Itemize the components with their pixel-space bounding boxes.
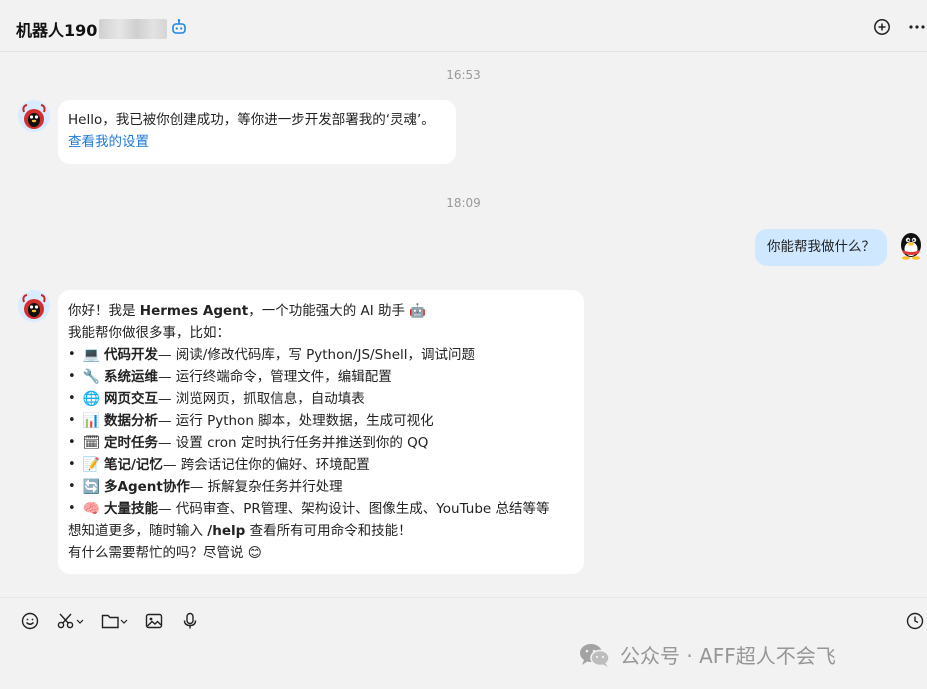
- capability-title: 代码开发: [104, 347, 158, 363]
- capability-item: • 🔧 系统运维 — 运行终端命令，管理文件，编辑配置: [68, 366, 574, 388]
- microphone-icon[interactable]: [181, 612, 199, 630]
- message-text: Hello，我已被你创建成功，等你进一步开发部署我的‘灵魂’。: [68, 112, 435, 128]
- bot-avatar-icon: [18, 290, 50, 322]
- capability-item: • 🌐 网页交互 — 浏览网页，抓取信息，自动填表: [68, 388, 574, 410]
- capability-item: • 💻 代码开发 — 阅读/修改代码库，写 Python/JS/Shell，调试问题: [68, 344, 574, 366]
- capability-item: • 📝 笔记/记忆 — 跨会话记住你的偏好、环境配置: [68, 454, 574, 476]
- wechat-icon: [580, 643, 610, 667]
- bullet: •: [68, 457, 76, 472]
- bullet: •: [68, 347, 76, 362]
- capability-desc: — 运行 Python 脚本，处理数据，生成可视化: [158, 413, 434, 429]
- emoji-icon[interactable]: [21, 612, 39, 630]
- chat-title: 机器人190: [16, 17, 168, 41]
- bullet: •: [68, 479, 76, 494]
- help-line: 想知道更多，随时输入 /help 查看所有可用命令和技能！: [68, 520, 574, 542]
- capability-item: • 📊 数据分析 — 运行 Python 脚本，处理数据，生成可视化: [68, 410, 574, 432]
- user-message-bubble: 你能帮我做什么？: [755, 229, 887, 266]
- bullet: •: [68, 413, 76, 428]
- capability-item: • 🔄 多Agent协作 — 拆解复杂任务并行处理: [68, 476, 574, 498]
- capability-title: 定时任务: [104, 435, 158, 451]
- capability-desc: — 代码审查、PR管理、架构设计、图像生成、YouTube 总结等等: [158, 501, 550, 517]
- closing-line: 有什么需要帮忙的吗？尽管说 😊: [68, 545, 262, 561]
- capability-desc: — 设置 cron 定时执行任务并推送到你的 QQ: [158, 435, 429, 451]
- capability-desc: — 运行终端命令，管理文件，编辑配置: [158, 369, 392, 385]
- capability-title: 笔记/记忆: [104, 457, 163, 473]
- capability-emoji: 🌐: [82, 391, 101, 407]
- capability-title: 大量技能: [104, 501, 158, 517]
- capability-desc: — 阅读/修改代码库，写 Python/JS/Shell，调试问题: [158, 347, 476, 363]
- intro-pre: 你好！我是: [68, 303, 140, 319]
- capability-item: • 🧠 大量技能 — 代码审查、PR管理、架构设计、图像生成、YouTube 总结等…: [68, 498, 574, 520]
- bullet: •: [68, 391, 76, 406]
- view-settings-link[interactable]: 查看我的设置: [68, 131, 446, 153]
- capability-emoji: 🔧: [82, 369, 101, 385]
- redacted-number: [99, 19, 168, 39]
- add-circle-icon[interactable]: [873, 18, 891, 36]
- user-avatar[interactable]: [896, 230, 926, 260]
- timestamp: 16:53: [446, 68, 481, 82]
- capability-emoji: 💻: [82, 347, 101, 363]
- watermark: 公众号 · AFF超人不会飞: [578, 640, 836, 669]
- bot-avatar-icon: [18, 100, 50, 132]
- capability-item: • 🗓 定时任务 — 设置 cron 定时执行任务并推送到你的 QQ: [68, 432, 574, 454]
- capability-title: 数据分析: [104, 413, 158, 429]
- capability-title: 系统运维: [104, 369, 158, 385]
- bullet: •: [68, 435, 76, 450]
- chat-title-text: 机器人190: [16, 21, 98, 40]
- bot-avatar[interactable]: [18, 290, 50, 322]
- bot-icon[interactable]: [170, 18, 188, 36]
- capability-title: 网页交互: [104, 391, 158, 407]
- watermark-text: 公众号 · AFF超人不会飞: [620, 644, 836, 668]
- bot-message-bubble: Hello，我已被你创建成功，等你进一步开发部署我的‘灵魂’。 查看我的设置: [58, 100, 456, 164]
- image-icon[interactable]: [145, 612, 163, 630]
- bot-avatar[interactable]: [18, 100, 50, 132]
- bot-message-bubble: 你好！我是 Hermes Agent，一个功能强大的 AI 助手 🤖 我能帮你做…: [58, 290, 584, 574]
- intro-post: ，一个功能强大的 AI 助手 🤖: [248, 303, 427, 319]
- capability-desc: — 浏览网页，抓取信息，自动填表: [158, 391, 365, 407]
- capability-emoji: 🧠: [82, 501, 101, 517]
- bullet: •: [68, 369, 76, 384]
- capability-emoji: 🗓: [82, 435, 101, 451]
- capabilities-intro: 我能帮你做很多事，比如：: [68, 325, 230, 341]
- capability-emoji: 📝: [82, 457, 101, 473]
- capability-emoji: 🔄: [82, 479, 101, 495]
- chat-header: 机器人190: [0, 0, 927, 52]
- more-icon[interactable]: [908, 18, 926, 36]
- timestamp: 18:09: [446, 196, 481, 210]
- agent-name: Hermes Agent: [139, 303, 249, 319]
- clock-icon[interactable]: [906, 612, 924, 630]
- bullet: •: [68, 501, 76, 516]
- capability-emoji: 📊: [82, 413, 101, 429]
- capability-title: 多Agent协作: [104, 479, 190, 495]
- capability-list: • 💻 代码开发 — 阅读/修改代码库，写 Python/JS/Shell，调试问题…: [68, 344, 574, 520]
- help-command: /help: [207, 523, 246, 539]
- capability-desc: — 跨会话记住你的偏好、环境配置: [162, 457, 370, 473]
- folder-icon[interactable]: [101, 612, 129, 630]
- help-pre: 想知道更多，随时输入: [68, 523, 208, 539]
- message-text: 你能帮我做什么？: [767, 239, 875, 255]
- scissors-icon[interactable]: [57, 612, 85, 630]
- message-list[interactable]: 16:53 Hello，我已被你创建成功，等你进一步开发部署我的‘灵魂’。 查看…: [0, 52, 927, 597]
- help-post: 查看所有可用命令和技能！: [245, 523, 412, 539]
- intro-line: 你好！我是 Hermes Agent，一个功能强大的 AI 助手 🤖: [68, 300, 574, 322]
- capability-desc: — 拆解复杂任务并行处理: [189, 479, 343, 495]
